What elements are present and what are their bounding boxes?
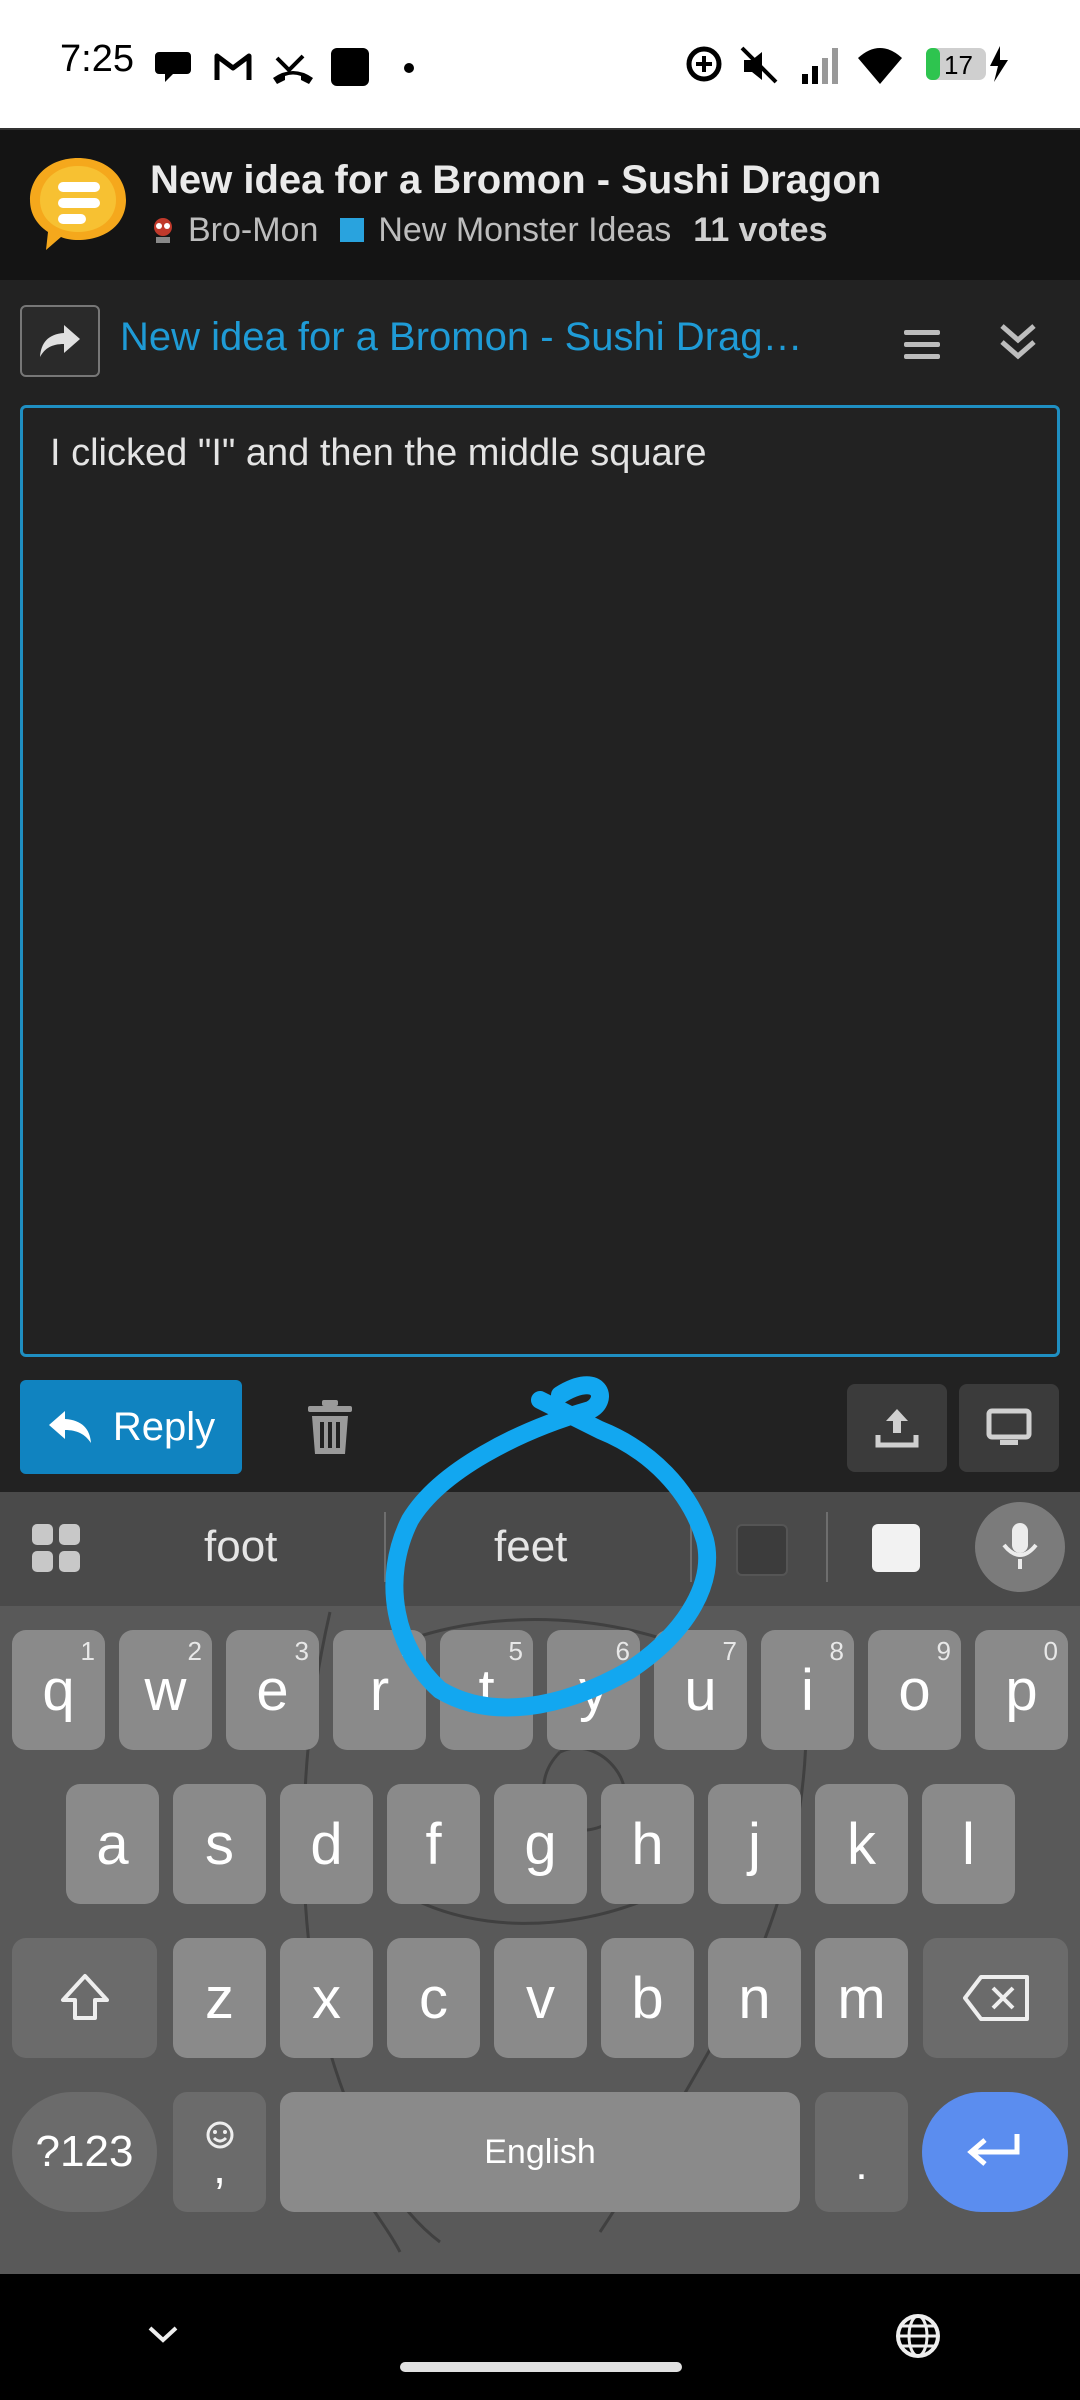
reply-button-label: Reply (112, 1404, 216, 1449)
hide-keyboard-chevron-icon[interactable] (146, 2322, 180, 2346)
microphone-icon (1002, 1523, 1038, 1569)
shift-arrow-icon (60, 1974, 109, 2020)
key-u[interactable]: u7 (654, 1630, 747, 1750)
app-square-icon (331, 48, 369, 86)
charging-icon (990, 46, 1008, 82)
suggestion-1[interactable]: foot (204, 1522, 277, 1572)
backspace-icon (962, 1975, 1029, 2021)
key-x[interactable]: x (280, 1938, 373, 2058)
desktop-icon (986, 1408, 1032, 1445)
apps-grid-icon[interactable] (30, 1522, 82, 1574)
white-square-emoji[interactable] (872, 1524, 920, 1572)
dot-icon (404, 63, 414, 73)
bromon-category-icon (154, 218, 172, 243)
battery-level: 17 (944, 50, 973, 80)
toggle-preview-button[interactable] (959, 1384, 1059, 1472)
mute-icon (740, 46, 778, 84)
app-logo-icon[interactable] (26, 152, 130, 256)
key-k[interactable]: k (815, 1784, 908, 1904)
upload-icon (875, 1409, 919, 1448)
key-w[interactable]: w2 (119, 1630, 212, 1750)
voice-input-button[interactable] (975, 1502, 1065, 1592)
reply-button[interactable]: Reply (20, 1380, 242, 1474)
key-r[interactable]: r4 (333, 1630, 426, 1750)
shift-key[interactable] (12, 1938, 157, 2058)
chat-icon (155, 52, 191, 82)
key-y[interactable]: y6 (547, 1630, 640, 1750)
key-i[interactable]: i8 (761, 1630, 854, 1750)
topic-header (0, 128, 1080, 282)
status-time: 7:25 (60, 38, 134, 80)
status-system-icons: 17 (686, 46, 1008, 84)
upload-button[interactable] (847, 1384, 947, 1472)
key-d[interactable]: d (280, 1784, 373, 1904)
home-gesture-pill[interactable] (400, 2362, 682, 2372)
votes-count: 11 votes (693, 210, 828, 249)
missed-call-icon (273, 54, 313, 84)
collapse-chevrons-icon[interactable] (992, 316, 1044, 368)
enter-key[interactable] (922, 2092, 1068, 2212)
key-h[interactable]: h (601, 1784, 694, 1904)
composer-reply-title[interactable]: New idea for a Bromon - Sushi Drag… (120, 315, 803, 360)
space-key[interactable]: English (280, 2092, 800, 2212)
key-j[interactable]: j (708, 1784, 801, 1904)
parent-category-link[interactable]: Bro-Mon (188, 211, 318, 250)
trash-icon[interactable] (300, 1398, 360, 1458)
black-square-emoji[interactable] (736, 1524, 788, 1576)
reply-arrow-icon (48, 1411, 91, 1443)
key-t[interactable]: t5 (440, 1630, 533, 1750)
reply-type-button[interactable] (20, 305, 100, 377)
key-n[interactable]: n (708, 1938, 801, 2058)
suggestion-divider (690, 1512, 692, 1582)
key-l[interactable]: l (922, 1784, 1015, 1904)
key-c[interactable]: c (387, 1938, 480, 2058)
suggestion-divider (384, 1512, 386, 1582)
symbols-key[interactable]: ?123 (12, 2092, 157, 2212)
enter-arrow-icon (967, 2134, 1020, 2166)
composer-text: I clicked "I" and then the middle square (50, 432, 707, 474)
key-v[interactable]: v (494, 1938, 587, 2058)
composer-textarea[interactable] (20, 405, 1060, 1357)
gmail-icon (214, 53, 252, 80)
signal-icon (802, 48, 838, 84)
language-globe-icon[interactable] (894, 2312, 942, 2360)
wifi-icon (858, 48, 902, 84)
suggestion-2[interactable]: feet (494, 1522, 567, 1572)
key-q[interactable]: q1 (12, 1630, 105, 1750)
share-arrow-icon (40, 325, 80, 357)
key-b[interactable]: b (601, 1938, 694, 2058)
key-z[interactable]: z (173, 1938, 266, 2058)
hamburger-menu-icon[interactable] (896, 318, 948, 370)
key-m[interactable]: m (815, 1938, 908, 2058)
category-color-swatch (340, 218, 365, 242)
emoji-comma-key[interactable]: , (173, 2092, 266, 2212)
topic-categories: Bro-Mon New Monster Ideas 11 votes (150, 210, 828, 250)
key-e[interactable]: e3 (226, 1630, 319, 1750)
backspace-key[interactable] (923, 1938, 1068, 2058)
key-f[interactable]: f (387, 1784, 480, 1904)
status-notification-icons (155, 48, 414, 86)
key-s[interactable]: s (173, 1784, 266, 1904)
category-link[interactable]: New Monster Ideas (378, 211, 671, 250)
topic-title[interactable]: New idea for a Bromon - Sushi Dragon (150, 158, 881, 203)
period-key[interactable]: . (815, 2092, 908, 2212)
suggestion-divider (826, 1512, 828, 1582)
key-o[interactable]: o9 (868, 1630, 961, 1750)
key-g[interactable]: g (494, 1784, 587, 1904)
key-p[interactable]: p0 (975, 1630, 1068, 1750)
key-a[interactable]: a (66, 1784, 159, 1904)
comma-label: , (213, 2141, 226, 2193)
data-saver-icon (686, 46, 722, 82)
